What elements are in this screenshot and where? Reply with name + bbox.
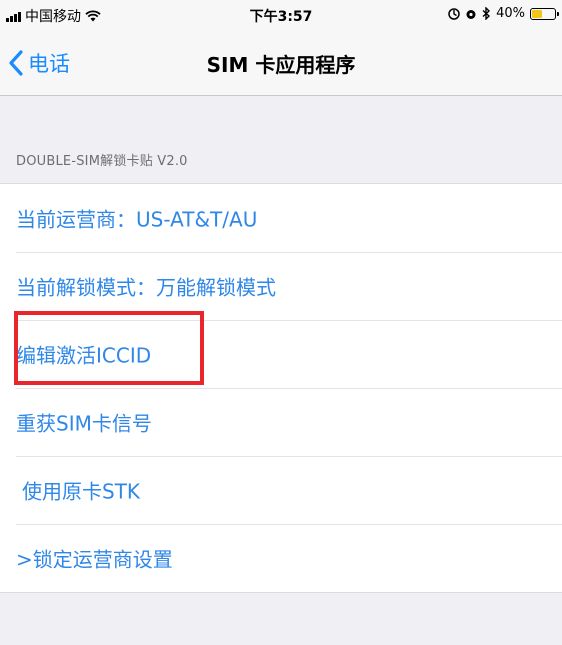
- list-item-label: >锁定运营商设置: [16, 547, 173, 572]
- page-title: SIM 卡应用程序: [206, 53, 356, 77]
- status-bar: 中国移动 下午3:57 40%: [0, 0, 562, 30]
- list-item-label: 使用原卡STK: [22, 479, 141, 504]
- status-right: 40%: [448, 6, 559, 21]
- list-item-label: 当前运营商：US-AT&T/AU: [16, 207, 258, 232]
- list-item-label: 编辑激活ICCID: [16, 343, 152, 368]
- battery-cap: [557, 11, 559, 16]
- list-item-edit-iccid[interactable]: 编辑激活ICCID: [0, 320, 562, 388]
- list-item-reacquire-signal[interactable]: 重获SIM卡信号: [0, 388, 562, 456]
- location-icon: [448, 7, 460, 20]
- section-header: DOUBLE-SIM解锁卡贴 V2.0: [16, 154, 188, 169]
- battery-percent: 40%: [496, 6, 525, 21]
- battery-fill: [532, 9, 542, 18]
- list-item-original-stk[interactable]: 使用原卡STK: [0, 456, 562, 524]
- list-item-label: 重获SIM卡信号: [16, 411, 152, 436]
- alarm-icon: [466, 9, 476, 19]
- battery-icon: [530, 7, 559, 20]
- list-item-lock-carrier-settings[interactable]: >锁定运营商设置: [0, 524, 562, 592]
- menu-list: 当前运营商：US-AT&T/AU 当前解锁模式：万能解锁模式 编辑激活ICCID…: [0, 183, 562, 593]
- list-item-current-carrier[interactable]: 当前运营商：US-AT&T/AU: [0, 184, 562, 252]
- navigation-bar: 电话 SIM 卡应用程序: [0, 30, 562, 96]
- bluetooth-icon: [482, 7, 491, 20]
- list-item-label: 当前解锁模式：万能解锁模式: [16, 275, 276, 300]
- list-item-unlock-mode[interactable]: 当前解锁模式：万能解锁模式: [0, 252, 562, 320]
